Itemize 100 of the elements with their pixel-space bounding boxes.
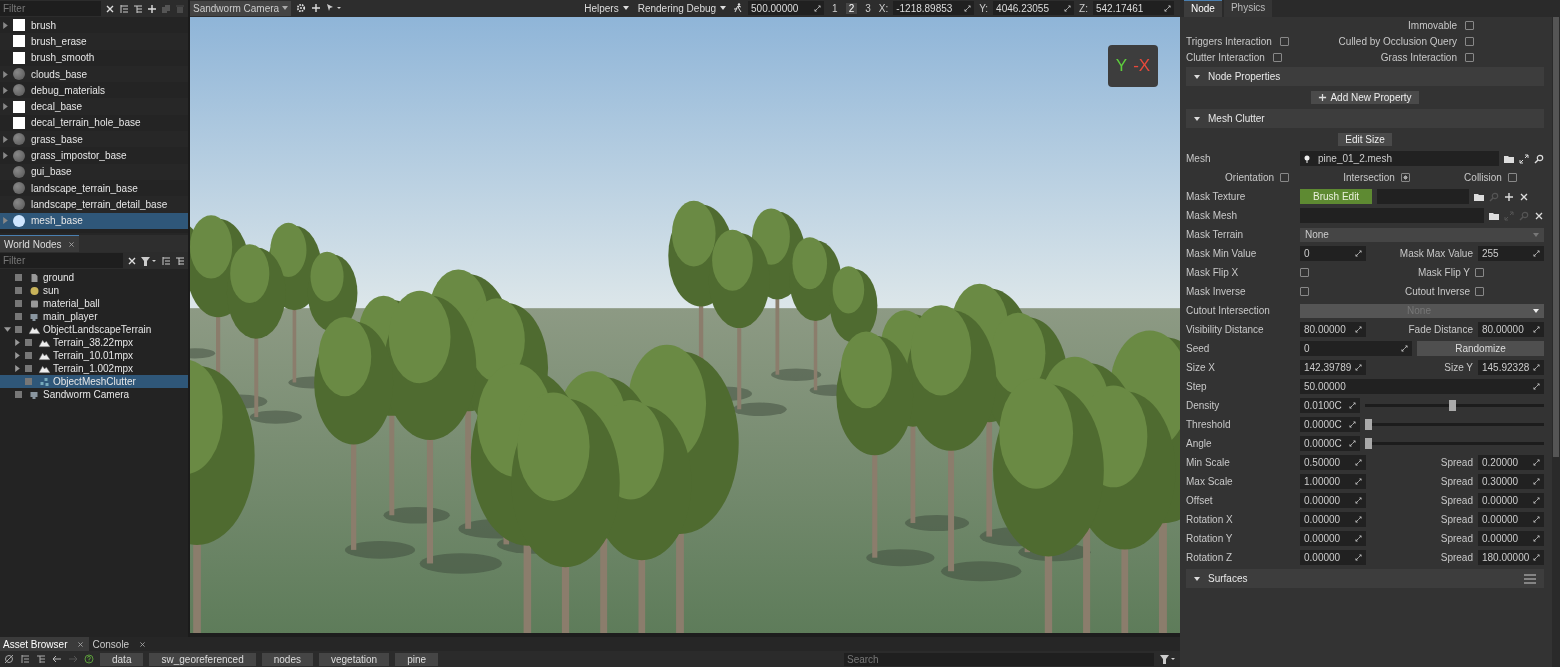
expand-arrow-icon[interactable] (1, 135, 9, 143)
close-icon[interactable] (77, 640, 85, 648)
number-field[interactable]: 0.50000 (1300, 455, 1366, 470)
rendering-debug-dropdown[interactable]: Rendering Debug (635, 2, 729, 14)
spin-icon[interactable] (1349, 440, 1356, 447)
spin-icon[interactable] (1533, 250, 1540, 257)
panel-tab[interactable]: Asset Browser (0, 637, 90, 651)
spin-icon[interactable] (1533, 497, 1540, 504)
view-tab[interactable]: 2 (845, 2, 858, 14)
checkbox[interactable] (1280, 173, 1289, 182)
edit-size-button[interactable]: Edit Size (1338, 133, 1392, 146)
node-item[interactable]: ObjectLandscapeTerrain (0, 323, 188, 336)
close-icon[interactable] (139, 640, 147, 648)
node-item[interactable]: ObjectMeshClutter (0, 375, 188, 388)
number-field[interactable]: 1.00000 (1300, 474, 1366, 489)
slider-track[interactable] (1365, 400, 1544, 411)
checkbox[interactable] (1465, 20, 1474, 30)
add-icon[interactable] (1504, 191, 1515, 202)
inspector-tab[interactable]: Node (1184, 0, 1222, 17)
number-field[interactable]: 0.0100C (1300, 398, 1360, 413)
filter-icon[interactable] (1160, 654, 1176, 664)
asset-item[interactable]: landscape_terrain_detail_base (0, 196, 188, 213)
breadcrumb[interactable]: sw_georeferenced (149, 652, 256, 666)
node-item[interactable]: Terrain_10.01mpx (0, 349, 188, 362)
section-header[interactable]: Surfaces (1186, 569, 1544, 588)
breadcrumb[interactable]: data (100, 652, 144, 666)
number-field[interactable]: 0.00000 (1300, 550, 1366, 565)
add-property-button[interactable]: Add New Property (1311, 91, 1419, 104)
node-item[interactable]: Terrain_38.22mpx (0, 336, 188, 349)
spin-icon[interactable] (964, 4, 972, 12)
spin-icon[interactable] (1533, 535, 1540, 542)
spin-icon[interactable] (1355, 554, 1362, 561)
caret-icon[interactable] (622, 6, 629, 11)
number-field[interactable]: 0.30000 (1478, 474, 1544, 489)
asset-item[interactable]: grass_base (0, 131, 188, 148)
add-icon[interactable] (311, 3, 322, 14)
collapse-all-icon[interactable] (133, 3, 143, 14)
add-icon[interactable] (147, 3, 157, 14)
breadcrumb[interactable]: nodes (261, 652, 313, 666)
number-field[interactable]: 0.0000C (1300, 436, 1360, 451)
checkbox[interactable] (1272, 52, 1282, 62)
folder-icon[interactable] (1489, 210, 1499, 221)
filter-field[interactable]: Filter (0, 253, 123, 268)
checkbox[interactable] (1400, 173, 1410, 182)
spin-icon[interactable] (1533, 383, 1540, 390)
node-item[interactable]: material_ball (0, 297, 188, 310)
axis-cube[interactable]: Y -X (1108, 44, 1158, 87)
expand-arrow-icon[interactable] (13, 352, 21, 359)
spin-icon[interactable] (1355, 326, 1362, 333)
panel-tab[interactable]: Console (89, 637, 152, 651)
mesh-field[interactable]: pine_01_2.mesh (1300, 151, 1499, 166)
spin-icon[interactable] (1355, 535, 1362, 542)
number-field[interactable]: 180.00000 (1478, 550, 1544, 565)
number-field[interactable]: 0.00000 (1300, 493, 1366, 508)
brush-edit-button[interactable]: Brush Edit (1300, 189, 1373, 204)
close-icon[interactable] (1519, 191, 1530, 202)
filter-field[interactable]: Filter (0, 1, 101, 16)
breadcrumb[interactable]: pine (395, 652, 439, 666)
view-tab[interactable]: 1 (829, 2, 841, 14)
spin-icon[interactable] (1064, 4, 1072, 12)
slider-track[interactable] (1365, 438, 1544, 449)
asset-item[interactable]: brush_erase (0, 33, 188, 50)
section-header[interactable]: Mesh Clutter (1186, 109, 1544, 128)
speed-field[interactable]: 500.00000 (748, 1, 825, 16)
node-item[interactable]: Sandworm Camera (0, 388, 188, 401)
slider-thumb[interactable] (1449, 400, 1457, 411)
view-tab[interactable]: 3 (862, 2, 874, 14)
slider-track[interactable] (1365, 419, 1544, 430)
expand-arrow-icon[interactable] (1, 86, 9, 94)
help-icon[interactable] (84, 654, 94, 664)
asset-item[interactable]: decal_base (0, 98, 188, 115)
node-item[interactable]: main_player (0, 310, 188, 323)
spin-icon[interactable] (1533, 554, 1540, 561)
coordinate-field[interactable]: 542.17461 (1093, 1, 1174, 16)
spin-icon[interactable] (814, 4, 822, 12)
checkbox[interactable] (1475, 268, 1484, 277)
folder-icon[interactable] (1504, 153, 1514, 164)
camera-dropdown[interactable]: Sandworm Camera (190, 0, 292, 16)
number-field[interactable]: 0.00000 (1300, 512, 1366, 527)
checkbox[interactable] (1465, 36, 1474, 46)
number-field[interactable]: 0 (1300, 246, 1366, 261)
filter-icon[interactable] (141, 255, 157, 266)
number-field[interactable]: 0.00000 (1478, 493, 1544, 508)
expand-all-icon[interactable] (20, 654, 30, 664)
spin-icon[interactable] (1533, 364, 1540, 371)
spin-icon[interactable] (1164, 4, 1171, 12)
expand-arrow-icon[interactable] (1, 103, 9, 111)
settings-icon[interactable] (296, 3, 307, 14)
checkbox[interactable] (1475, 287, 1484, 296)
menu-icon[interactable] (1524, 573, 1536, 584)
node-item[interactable]: sun (0, 284, 188, 297)
number-field[interactable]: 80.00000 (1478, 322, 1544, 337)
node-item[interactable]: ground (0, 271, 188, 284)
coordinate-field[interactable]: 4046.23055 (993, 1, 1075, 16)
breadcrumb[interactable]: vegetation (319, 652, 390, 666)
number-field[interactable]: 0.00000 (1478, 512, 1544, 527)
number-field[interactable]: 255 (1478, 246, 1544, 261)
spin-icon[interactable] (1533, 478, 1540, 485)
number-field[interactable]: 50.00000 (1300, 379, 1544, 394)
clear-icon[interactable] (127, 255, 137, 266)
